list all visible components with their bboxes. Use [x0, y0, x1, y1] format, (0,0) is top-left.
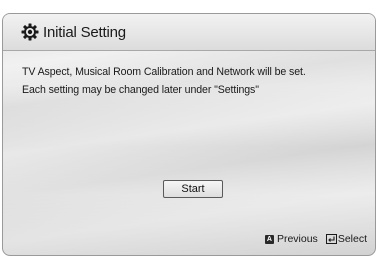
- dialog-title-bar: Initial Setting: [3, 14, 375, 51]
- initial-setting-dialog: Initial Setting TV Aspect, Musical Room …: [2, 13, 376, 256]
- start-button[interactable]: Start: [163, 180, 223, 198]
- message-line-2: Each setting may be changed later under …: [22, 84, 259, 96]
- footer-hints: A Previous Select: [264, 233, 367, 245]
- a-key-icon: A: [264, 234, 274, 244]
- previous-hint[interactable]: Previous: [277, 233, 318, 245]
- gear-icon: [21, 23, 39, 41]
- select-hint[interactable]: Select: [338, 233, 367, 245]
- enter-icon: [325, 234, 337, 244]
- message-line-1: TV Aspect, Musical Room Calibration and …: [22, 66, 306, 78]
- dialog-title: Initial Setting: [43, 23, 126, 41]
